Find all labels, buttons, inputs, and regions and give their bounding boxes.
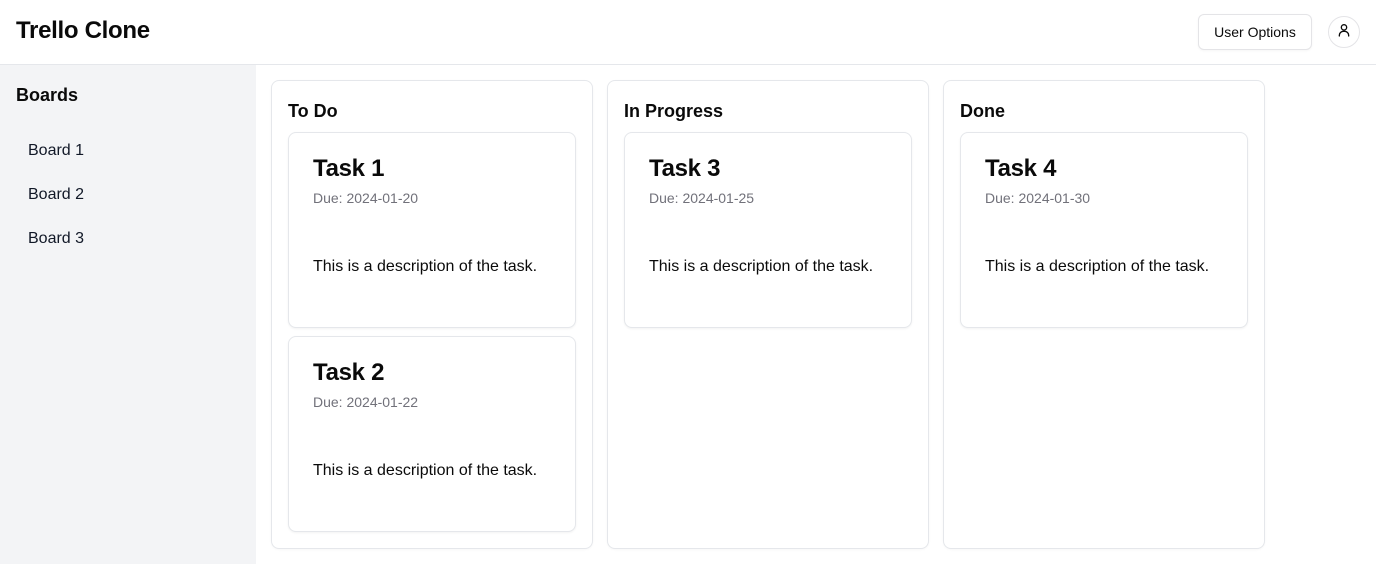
task-title: Task 2	[313, 359, 385, 386]
task-due-date: Due: 2024-01-30	[985, 190, 1091, 206]
avatar[interactable]	[1328, 16, 1360, 48]
user-options-button[interactable]: User Options	[1198, 14, 1312, 50]
app-title: Trello Clone	[16, 17, 150, 44]
task-title: Task 1	[313, 155, 385, 182]
task-description: This is a description of the task.	[313, 462, 538, 479]
board-area: To Do Task 1 Due: 2024-01-20 This is a d…	[256, 65, 1376, 564]
task-description: This is a description of the task.	[313, 258, 538, 275]
task-title: Task 3	[649, 155, 721, 182]
sidebar-item-board-1[interactable]: Board 1	[16, 129, 240, 173]
task-due-date: Due: 2024-01-25	[649, 190, 755, 206]
column-title: To Do	[288, 101, 338, 121]
sidebar: Boards Board 1 Board 2 Board 3	[0, 65, 256, 564]
task-title: Task 4	[985, 155, 1057, 182]
app-root: Trello Clone User Options Boards Board 1…	[0, 0, 1376, 564]
sidebar-item-board-3[interactable]: Board 3	[16, 217, 240, 261]
sidebar-item-board-2[interactable]: Board 2	[16, 173, 240, 217]
task-card[interactable]: Task 3 Due: 2024-01-25 This is a descrip…	[624, 132, 912, 328]
task-card[interactable]: Task 4 Due: 2024-01-30 This is a descrip…	[960, 132, 1248, 328]
board-list: Board 1 Board 2 Board 3	[16, 129, 240, 261]
task-due-date: Due: 2024-01-22	[313, 394, 419, 410]
task-due-date: Due: 2024-01-20	[313, 190, 419, 206]
user-icon	[1336, 22, 1352, 43]
top-header: Trello Clone User Options	[0, 0, 1376, 65]
task-description: This is a description of the task.	[649, 258, 874, 275]
column-in-progress: In Progress Task 3 Due: 2024-01-25 This …	[607, 80, 929, 549]
sidebar-heading: Boards	[16, 85, 79, 105]
task-card[interactable]: Task 1 Due: 2024-01-20 This is a descrip…	[288, 132, 576, 328]
column-to-do: To Do Task 1 Due: 2024-01-20 This is a d…	[271, 80, 593, 549]
column-done: Done Task 4 Due: 2024-01-30 This is a de…	[943, 80, 1265, 549]
task-description: This is a description of the task.	[985, 258, 1210, 275]
column-title: In Progress	[624, 101, 724, 121]
column-title: Done	[960, 101, 1005, 121]
task-card[interactable]: Task 2 Due: 2024-01-22 This is a descrip…	[288, 336, 576, 532]
